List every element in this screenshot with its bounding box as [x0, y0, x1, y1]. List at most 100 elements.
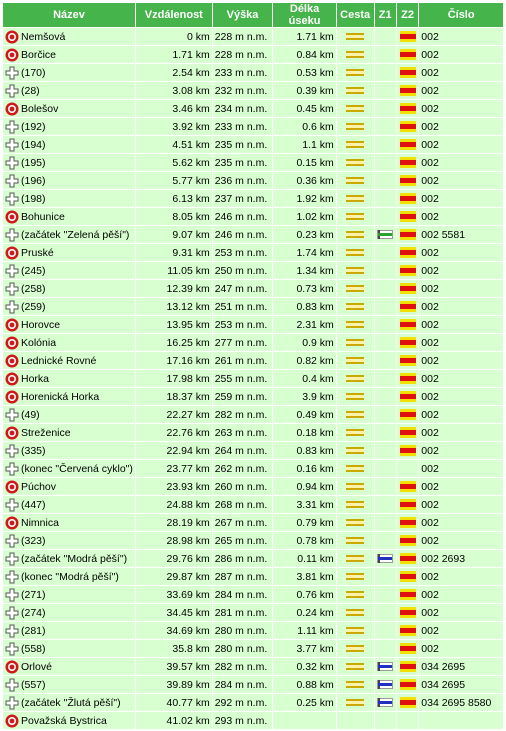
- junction-marker-icon: [5, 120, 19, 134]
- table-row[interactable]: (konec "Červená cyklo") 23.77 km 262 m n.m…: [3, 460, 503, 477]
- cell-vzdalenost: 16.25 km: [135, 334, 212, 351]
- cell-nazev[interactable]: (259): [3, 298, 135, 315]
- place-name: (195): [21, 156, 46, 169]
- table-row[interactable]: Púchov 23.93 km 260 m n.m. 0.94 km 002: [3, 478, 503, 495]
- cell-nazev[interactable]: Horenická Horka: [3, 388, 135, 405]
- table-row[interactable]: (začátek "Žlutá pěší") 40.77 km 292 m n.m.…: [3, 694, 503, 711]
- column-header-nazev[interactable]: Název: [3, 3, 135, 27]
- table-row[interactable]: Kolónia 16.25 km 277 m n.m. 0.9 km 002: [3, 334, 503, 351]
- cell-nazev[interactable]: (258): [3, 280, 135, 297]
- cell-nazev[interactable]: Bolešov: [3, 100, 135, 117]
- column-header-vzdalenost[interactable]: Vzdálenost: [135, 3, 212, 27]
- table-row[interactable]: (245) 11.05 km 250 m n.m. 1.34 km 002: [3, 262, 503, 279]
- table-row[interactable]: (192) 3.92 km 233 m n.m. 0.6 km 002: [3, 118, 503, 135]
- column-header-vyska[interactable]: Výška: [212, 3, 273, 27]
- table-row[interactable]: (271) 33.69 km 284 m n.m. 0.76 km 002: [3, 586, 503, 603]
- cell-nazev[interactable]: (447): [3, 496, 135, 513]
- cell-nazev[interactable]: (196): [3, 172, 135, 189]
- cell-nazev[interactable]: (konec "Modrá pěší"): [3, 568, 135, 585]
- table-row[interactable]: Nimnica 28.19 km 267 m n.m. 0.79 km 002: [3, 514, 503, 531]
- table-row[interactable]: Horka 17.98 km 255 m n.m. 0.4 km 002: [3, 370, 503, 387]
- column-header-delka-useku[interactable]: Délka úseku: [273, 3, 336, 27]
- table-row[interactable]: Horenická Horka 18.37 km 259 m n.m. 3.9 km 0…: [3, 388, 503, 405]
- cell-nazev[interactable]: (192): [3, 118, 135, 135]
- cell-nazev[interactable]: (28): [3, 82, 135, 99]
- cell-delka-useku: [273, 712, 336, 729]
- cell-nazev[interactable]: Bohunice: [3, 208, 135, 225]
- column-header-z2[interactable]: Z2: [396, 3, 419, 27]
- table-row[interactable]: (198) 6.13 km 237 m n.m. 1.92 km 002: [3, 190, 503, 207]
- table-row[interactable]: Považská Bystrica 41.02 km 293 m n.m.: [3, 712, 503, 729]
- table-row[interactable]: (49) 22.27 km 282 m n.m. 0.49 km 002: [3, 406, 503, 423]
- town-marker-icon: [5, 372, 19, 386]
- cell-nazev[interactable]: Nemšová: [3, 28, 135, 45]
- table-row[interactable]: (259) 13.12 km 251 m n.m. 0.83 km 002: [3, 298, 503, 315]
- junction-marker-icon: [5, 588, 19, 602]
- cell-nazev[interactable]: (konec "Červená cyklo"): [3, 460, 135, 477]
- column-header-z1[interactable]: Z1: [374, 3, 396, 27]
- table-row[interactable]: (194) 4.51 km 235 m n.m. 1.1 km 002: [3, 136, 503, 153]
- cell-nazev[interactable]: Púchov: [3, 478, 135, 495]
- cell-nazev[interactable]: (začátek "Modrá pěší"): [3, 550, 135, 567]
- table-row[interactable]: Lednické Rovné 17.16 km 261 m n.m. 0.82 km 0…: [3, 352, 503, 369]
- cell-nazev[interactable]: (557): [3, 676, 135, 693]
- cell-nazev[interactable]: (49): [3, 406, 135, 423]
- table-row[interactable]: Bolešov 3.46 km 234 m n.m. 0.45 km 002: [3, 100, 503, 117]
- table-row[interactable]: (170) 2.54 km 233 m n.m. 0.53 km 002: [3, 64, 503, 81]
- table-row[interactable]: (447) 24.88 km 268 m n.m. 3.31 km 002: [3, 496, 503, 513]
- cell-nazev[interactable]: (170): [3, 64, 135, 81]
- table-row[interactable]: (28) 3.08 km 232 m n.m. 0.39 km 002: [3, 82, 503, 99]
- cell-nazev[interactable]: Kolónia: [3, 334, 135, 351]
- cell-nazev[interactable]: (245): [3, 262, 135, 279]
- road-icon: [346, 429, 365, 437]
- cell-nazev[interactable]: (323): [3, 532, 135, 549]
- cell-nazev[interactable]: (271): [3, 586, 135, 603]
- table-row[interactable]: (281) 34.69 km 280 m n.m. 1.11 km 002: [3, 622, 503, 639]
- cell-nazev[interactable]: (začátek "Žlutá pěší"): [3, 694, 135, 711]
- cell-nazev[interactable]: Považská Bystrica: [3, 712, 135, 729]
- cell-nazev[interactable]: (198): [3, 190, 135, 207]
- cell-vyska: 237 m n.m.: [212, 190, 273, 207]
- table-row[interactable]: (196) 5.77 km 236 m n.m. 0.36 km 002: [3, 172, 503, 189]
- cell-nazev[interactable]: Borčice: [3, 46, 135, 63]
- cell-z1: [374, 100, 396, 117]
- table-row[interactable]: Borčice 1.71 km 228 m n.m. 0.84 km 002: [3, 46, 503, 63]
- column-header-cislo[interactable]: Číslo: [419, 3, 503, 27]
- cell-nazev[interactable]: Orlové: [3, 658, 135, 675]
- cell-nazev[interactable]: (195): [3, 154, 135, 171]
- table-row[interactable]: (začátek "Modrá pěší") 29.76 km 286 m n.m.…: [3, 550, 503, 567]
- table-row[interactable]: (274) 34.45 km 281 m n.m. 0.24 km 002: [3, 604, 503, 621]
- cell-vyska: 268 m n.m.: [212, 496, 273, 513]
- cell-z1: [374, 46, 396, 63]
- table-row[interactable]: (258) 12.39 km 247 m n.m. 0.73 km 002: [3, 280, 503, 297]
- table-row[interactable]: Bohunice 8.05 km 246 m n.m. 1.02 km 002: [3, 208, 503, 225]
- cell-nazev[interactable]: (274): [3, 604, 135, 621]
- table-row[interactable]: Pruské 9.31 km 253 m n.m. 1.74 km 002: [3, 244, 503, 261]
- table-row[interactable]: Orlové 39.57 km 282 m n.m. 0.32 km 034 2695: [3, 658, 503, 675]
- cell-nazev[interactable]: (194): [3, 136, 135, 153]
- cell-nazev[interactable]: (335): [3, 442, 135, 459]
- table-row[interactable]: Streženice 22.76 km 263 m n.m. 0.18 km 002: [3, 424, 503, 441]
- cell-nazev[interactable]: Horovce: [3, 316, 135, 333]
- table-row[interactable]: (557) 39.89 km 284 m n.m. 0.88 km 034 2695: [3, 676, 503, 693]
- cell-nazev[interactable]: (začátek "Zelená pěší"): [3, 226, 135, 243]
- cell-delka-useku: 0.16 km: [273, 460, 336, 477]
- table-row[interactable]: (558) 35.8 km 280 m n.m. 3.77 km 002: [3, 640, 503, 657]
- cell-nazev[interactable]: Lednické Rovné: [3, 352, 135, 369]
- cell-nazev[interactable]: Horka: [3, 370, 135, 387]
- table-row[interactable]: (195) 5.62 km 235 m n.m. 0.15 km 002: [3, 154, 503, 171]
- cell-nazev[interactable]: (558): [3, 640, 135, 657]
- table-row[interactable]: Horovce 13.95 km 253 m n.m. 2.31 km 002: [3, 316, 503, 333]
- cell-nazev[interactable]: (281): [3, 622, 135, 639]
- table-row[interactable]: (335) 22.94 km 264 m n.m. 0.83 km 002: [3, 442, 503, 459]
- table-row[interactable]: (začátek "Zelená pěší") 9.07 km 246 m n.m.…: [3, 226, 503, 243]
- column-header-cesta[interactable]: Cesta: [336, 3, 374, 27]
- table-row[interactable]: (323) 28.98 km 265 m n.m. 0.78 km 002: [3, 532, 503, 549]
- cell-delka-useku: 0.9 km: [273, 334, 336, 351]
- cell-nazev[interactable]: Nimnica: [3, 514, 135, 531]
- table-row[interactable]: (konec "Modrá pěší") 29.87 km 287 m n.m. 3.…: [3, 568, 503, 585]
- cell-nazev[interactable]: Pruské: [3, 244, 135, 261]
- table-row[interactable]: Nemšová 0 km 228 m n.m. 1.71 km 002: [3, 28, 503, 45]
- cell-z1: [374, 136, 396, 153]
- cell-nazev[interactable]: Streženice: [3, 424, 135, 441]
